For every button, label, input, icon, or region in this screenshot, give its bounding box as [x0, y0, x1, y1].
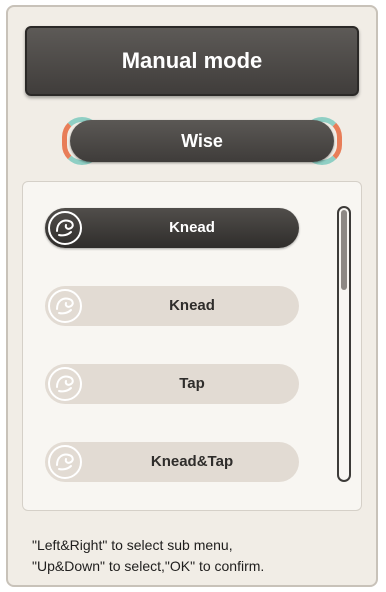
mode-button[interactable]: Wise — [70, 120, 334, 162]
page-title-label: Manual mode — [121, 48, 263, 73]
menu-item-label: Knead — [169, 297, 215, 314]
help-line-2: "Up&Down" to select,"OK" to confirm. — [32, 558, 265, 574]
help-text: "Left&Right" to select sub menu, "Up&Dow… — [32, 535, 372, 577]
menu-item-label: Knead — [169, 219, 215, 236]
menu-item-tap[interactable]: Tap — [45, 364, 299, 404]
massage-hand-icon — [48, 367, 82, 401]
massage-hand-icon — [48, 289, 82, 323]
menu-item-knead[interactable]: Knead — [45, 286, 299, 326]
massage-hand-icon — [48, 211, 82, 245]
scrollbar-thumb[interactable] — [341, 210, 347, 290]
mode-selector[interactable]: Wise — [62, 117, 342, 165]
massage-hand-icon — [48, 445, 82, 479]
menu-item-label: Tap — [179, 375, 205, 392]
menu-item-knead-selected[interactable]: Knead — [45, 208, 299, 248]
scrollbar[interactable] — [337, 206, 351, 482]
manual-mode-panel: Manual mode Wise Knead Knead Tap Knead&T… — [6, 5, 378, 587]
page-title: Manual mode — [25, 26, 359, 96]
menu-item-label: Knead&Tap — [150, 453, 234, 470]
help-line-1: "Left&Right" to select sub menu, — [32, 537, 233, 553]
menu-item-knead-and-tap[interactable]: Knead&Tap — [45, 442, 299, 482]
mode-label: Wise — [181, 130, 223, 151]
massage-menu-list: Knead Knead Tap Knead&Tap — [22, 181, 362, 511]
